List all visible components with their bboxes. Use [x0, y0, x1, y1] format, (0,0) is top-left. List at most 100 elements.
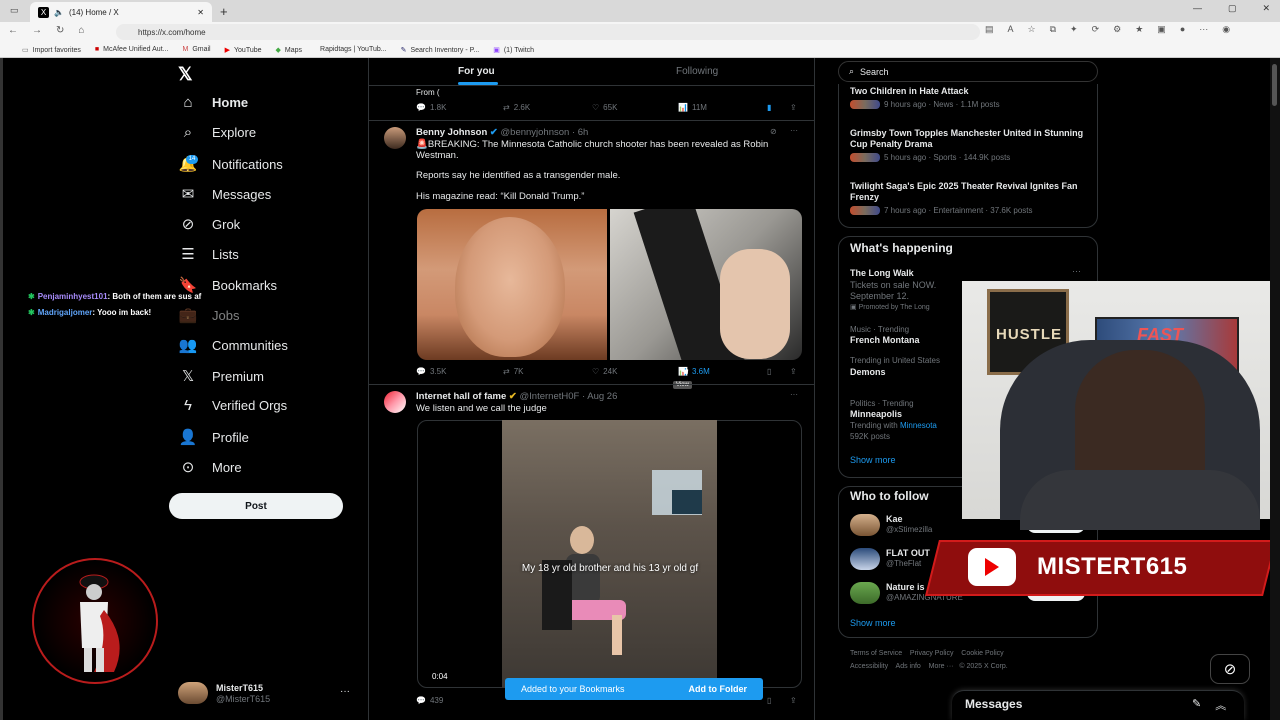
tab-actions-icon[interactable]: ▭	[10, 5, 19, 16]
nav-premium[interactable]: 𝕏 Premium	[178, 367, 264, 385]
promo-title[interactable]: The Long Walk	[850, 268, 914, 278]
favorites-icon[interactable]: ★	[1135, 24, 1143, 35]
nav-jobs[interactable]: 💼 Jobs	[178, 306, 240, 324]
split-screen-icon[interactable]: ⧉	[1050, 24, 1056, 35]
settings-more-icon[interactable]: ···	[1199, 24, 1208, 35]
forward-icon[interactable]: →	[32, 25, 42, 36]
grok-icon[interactable]: ⊘	[1210, 654, 1250, 684]
scrollbar[interactable]	[1270, 58, 1280, 720]
tab-following[interactable]: Following	[676, 66, 718, 77]
footer-link[interactable]: Accessibility	[850, 663, 888, 670]
bookmark-item[interactable]: Rapidtags | YouTub...	[316, 46, 387, 53]
refresh-ext-icon[interactable]: ⟳	[1092, 24, 1100, 35]
bookmark-icon[interactable]: ▯	[767, 367, 771, 376]
trend-title[interactable]: French Montana	[850, 335, 920, 345]
share-icon[interactable]: ⇪	[790, 367, 797, 376]
nav-grok[interactable]: ⊘ Grok	[178, 215, 240, 233]
x-logo-icon[interactable]: 𝕏	[178, 64, 193, 85]
extensions-icon[interactable]: ⚙	[1113, 24, 1121, 35]
compose-message-icon[interactable]: ✎	[1192, 697, 1201, 713]
tweet-author[interactable]: Benny Johnson ✔ @bennyjohnson · 6h	[416, 127, 588, 138]
profile-icon[interactable]: ●	[1180, 24, 1185, 35]
footer-link[interactable]: More ···	[929, 663, 954, 670]
favorite-star-icon[interactable]: ☆	[1028, 24, 1036, 35]
tweet-more-icon[interactable]: ···	[790, 126, 798, 135]
reply-action[interactable]: 💬 439	[416, 696, 443, 705]
repost-action[interactable]: ⇄ 2.6K	[503, 103, 530, 112]
refresh-icon[interactable]: ↻	[56, 25, 64, 36]
new-tab-button[interactable]: +	[220, 4, 228, 19]
avatar[interactable]	[384, 391, 406, 413]
footer-link[interactable]: Ads info	[896, 663, 921, 670]
nav-messages[interactable]: ✉ Messages	[178, 185, 272, 203]
home-browser-icon[interactable]: ⌂	[78, 25, 84, 36]
account-more-icon[interactable]: ···	[340, 686, 350, 697]
tweet-photo[interactable]	[610, 209, 802, 360]
search-input[interactable]: ⌕ Search	[838, 61, 1098, 82]
reader-icon[interactable]: ▤	[985, 24, 994, 35]
views-action[interactable]: 📊 11M	[678, 103, 707, 112]
bookmark-icon[interactable]: ▯	[767, 696, 771, 705]
close-window-icon[interactable]: ✕	[1262, 3, 1270, 14]
extension-icon[interactable]: ✦	[1070, 24, 1078, 35]
suggested-user-name[interactable]: Kae	[886, 514, 903, 524]
collections-icon[interactable]: ▣	[1157, 24, 1166, 35]
repost-action[interactable]: ⇄ 7K	[503, 367, 524, 376]
trend-title[interactable]: Demons	[850, 367, 886, 377]
audio-icon[interactable]: 🔈	[54, 8, 64, 17]
trend-title[interactable]: Minneapolis	[850, 409, 902, 419]
back-icon[interactable]: ←	[8, 25, 18, 36]
url-field[interactable]: https://x.com/home	[116, 24, 980, 40]
trend-title[interactable]: Grimsby Town Topples Manchester United i…	[850, 128, 1090, 150]
share-icon[interactable]: ⇪	[790, 696, 797, 705]
nav-profile[interactable]: 👤 Profile	[178, 428, 249, 446]
avatar[interactable]	[850, 548, 880, 570]
bookmark-item[interactable]: ▭ Import favorites	[22, 46, 81, 54]
bookmark-item[interactable]: M Gmail	[182, 46, 210, 53]
nav-explore[interactable]: ⌕ Explore	[178, 124, 256, 141]
account-switcher[interactable]: MisterT615 @MisterT615	[178, 682, 270, 704]
share-icon[interactable]: ⇪	[790, 103, 797, 112]
show-more-link[interactable]: Show more	[850, 618, 896, 628]
bookmark-item[interactable]: ▶ YouTube	[225, 46, 262, 54]
tweet-more-icon[interactable]: ···	[790, 390, 798, 399]
bookmark-active-icon[interactable]: ▮	[767, 103, 771, 112]
browser-tab[interactable]: X 🔈 (14) Home / X ✕	[30, 2, 212, 22]
reply-action[interactable]: 💬 1.8K	[416, 103, 446, 112]
footer-link[interactable]: Cookie Policy	[961, 650, 1003, 657]
nav-more[interactable]: ⊙ More	[178, 458, 242, 476]
like-action[interactable]: ♡ 65K	[592, 103, 617, 112]
copilot-icon[interactable]: ◉	[1222, 24, 1230, 35]
bookmark-item[interactable]: ■ McAfee Unified Aut...	[95, 46, 169, 53]
footer-link[interactable]: Privacy Policy	[910, 650, 954, 657]
nav-communities[interactable]: 👥 Communities	[178, 336, 288, 354]
trend-more-icon[interactable]: ···	[1072, 266, 1081, 276]
show-more-link[interactable]: Show more	[850, 455, 896, 465]
footer-link[interactable]: Terms of Service	[850, 650, 902, 657]
nav-verified-orgs[interactable]: ϟ Verified Orgs	[178, 397, 287, 414]
grok-tweet-icon[interactable]: ⊘	[770, 127, 777, 136]
avatar[interactable]	[850, 582, 880, 604]
nav-home[interactable]: ⌂ Home	[178, 94, 248, 111]
add-to-folder-link[interactable]: Add to Folder	[689, 684, 748, 694]
nav-lists[interactable]: ☰ Lists	[178, 245, 238, 263]
minimize-icon[interactable]: —	[1193, 3, 1202, 14]
maximize-icon[interactable]: ▢	[1228, 3, 1237, 14]
tweet-author[interactable]: Internet hall of fame ✔ @InternetH0F · A…	[416, 391, 617, 402]
tab-for-you[interactable]: For you	[458, 66, 495, 77]
post-button[interactable]: Post	[169, 493, 343, 519]
like-action[interactable]: ♡ 24K	[592, 367, 617, 376]
trend-title[interactable]: Twilight Saga's Epic 2025 Theater Reviva…	[850, 181, 1090, 203]
scrollbar-thumb[interactable]	[1272, 64, 1277, 106]
reply-action[interactable]: 💬 3.5K	[416, 367, 446, 376]
expand-drawer-icon[interactable]: ︽	[1215, 697, 1226, 713]
close-tab-icon[interactable]: ✕	[197, 8, 204, 17]
avatar[interactable]	[850, 514, 880, 536]
bookmark-item[interactable]: ▣ (1) Twitch	[493, 46, 534, 54]
bookmark-item[interactable]: ◆ Maps	[276, 46, 303, 54]
read-aloud-icon[interactable]: A	[1008, 24, 1014, 35]
tweet-photo[interactable]	[417, 209, 607, 360]
bookmark-item[interactable]: ✎ Search Inventory - P...	[401, 46, 480, 54]
suggested-user-name[interactable]: FLAT OUT	[886, 548, 930, 558]
trend-title[interactable]: Two Children in Hate Attack	[850, 86, 1090, 97]
